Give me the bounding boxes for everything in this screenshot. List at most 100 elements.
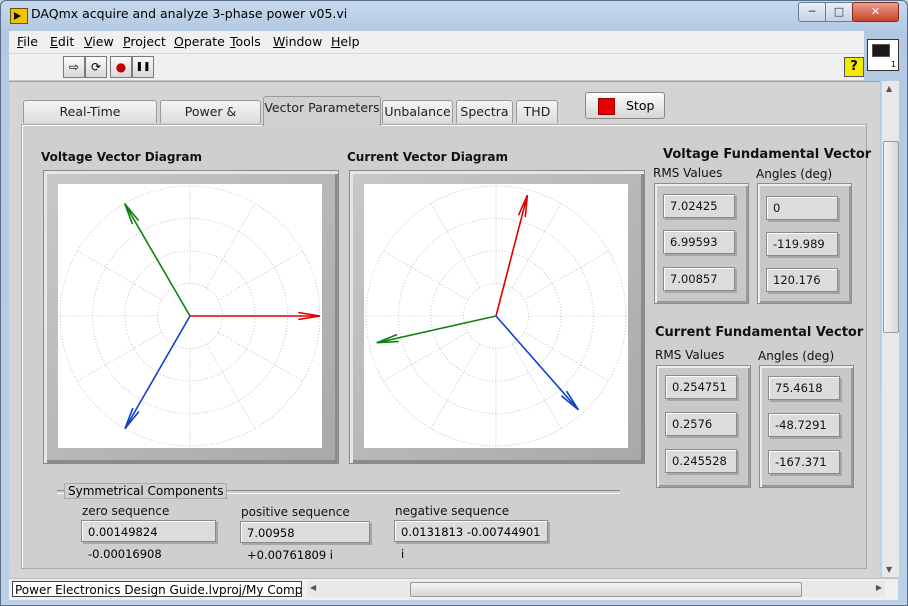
vertical-scroll-thumb[interactable]: [883, 141, 899, 333]
pause-button[interactable]: ❚❚: [132, 56, 154, 78]
project-path: Power Electronics Design Guide.lvproj/My…: [12, 581, 302, 597]
tab-spectra[interactable]: Spectra: [456, 100, 513, 123]
menu-file[interactable]: File: [17, 34, 38, 49]
tab-unbalance[interactable]: Unbalance: [382, 100, 453, 123]
current-vector-graph: [349, 170, 645, 464]
positive-sequence-value: 7.00958 +0.00761809 i: [240, 521, 370, 562]
scroll-right-icon[interactable]: ▶: [876, 583, 882, 592]
negative-sequence-value: 0.0131813 -0.00744901 i: [394, 520, 548, 561]
voltage-phasor-line: [123, 203, 191, 317]
current-grid-spoke: [383, 250, 469, 301]
current-fundamental-title: Current Fundamental Vector: [655, 325, 864, 340]
current-rms-1: 0.254751: [665, 375, 737, 399]
title-bar[interactable]: DAQmx acquire and analyze 3-phase power …: [1, 1, 907, 29]
negative-sequence-label: negative sequence: [395, 504, 510, 518]
current-rms-label: RMS Values: [655, 348, 725, 362]
current-angle-3: -167.371: [768, 450, 840, 474]
voltage-angle-1: 0: [766, 196, 838, 220]
symmetrical-components-title: Symmetrical Components: [64, 483, 228, 499]
voltage-phasor-arrowhead: [124, 203, 140, 222]
current-angles-label: Angles (deg): [758, 349, 835, 363]
tab-vector-parameters[interactable]: Vector Parameters: [263, 96, 381, 126]
voltage-graph-title: Voltage Vector Diagram: [41, 150, 202, 164]
current-grid-spoke: [511, 343, 562, 429]
current-graph-title: Current Vector Diagram: [347, 150, 509, 164]
maximize-button[interactable]: □: [825, 2, 853, 22]
menu-window[interactable]: Window: [273, 34, 322, 49]
current-phasor-3: [376, 315, 497, 344]
voltage-grid-spoke: [77, 331, 163, 382]
voltage-grid-spoke: [205, 343, 256, 429]
scroll-left-icon[interactable]: ◀: [310, 583, 316, 592]
voltage-rms-label: RMS Values: [653, 166, 723, 180]
current-phasor-2: [495, 315, 579, 411]
stop-button[interactable]: Stop: [585, 92, 665, 119]
menu-edit[interactable]: Edit: [50, 34, 74, 49]
vertical-scrollbar[interactable]: ▲ ▼: [881, 81, 899, 577]
current-polar-plot: [365, 185, 627, 447]
current-plot-area[interactable]: [364, 184, 628, 448]
voltage-phasor-arrowhead: [124, 411, 140, 430]
status-bar: Power Electronics Design Guide.lvproj/My…: [9, 578, 898, 600]
voltage-grid-spoke: [205, 203, 256, 289]
tab-thd[interactable]: THD: [516, 100, 558, 123]
positive-sequence-label: positive sequence: [241, 505, 350, 519]
voltage-phasor-line: [124, 315, 191, 429]
voltage-angles-label: Angles (deg): [756, 167, 833, 181]
close-button[interactable]: ✕: [852, 2, 899, 22]
voltage-grid-spoke: [77, 250, 163, 301]
stop-button-label: Stop: [626, 98, 655, 113]
current-grid-spoke: [430, 203, 481, 289]
menu-bar: File Edit View Project Operate Tools Win…: [9, 31, 864, 54]
current-grid-spoke: [511, 203, 562, 289]
voltage-plot-area[interactable]: [58, 184, 322, 448]
vi-connector-icon[interactable]: 1: [867, 39, 899, 71]
menu-help[interactable]: Help: [331, 34, 360, 49]
scroll-down-icon[interactable]: ▼: [886, 565, 892, 574]
voltage-rms-3: 7.00857: [663, 267, 735, 291]
voltage-phasor-3: [123, 203, 191, 317]
abort-button[interactable]: ●: [110, 56, 132, 78]
voltage-vector-graph: [43, 170, 339, 464]
zero-sequence-label: zero sequence: [82, 504, 170, 518]
voltage-angle-3: 120.176: [766, 268, 838, 292]
tab-real-time-waveforms[interactable]: Real-Time Waveforms: [23, 100, 157, 141]
zero-sequence-value: 0.00149824 -0.00016908: [81, 520, 216, 561]
voltage-grid-spoke: [217, 331, 303, 382]
voltage-rms-1: 7.02425: [663, 194, 735, 218]
scroll-up-icon[interactable]: ▲: [886, 84, 892, 93]
current-angle-1: 75.4618: [768, 376, 840, 400]
window-title: DAQmx acquire and analyze 3-phase power …: [31, 6, 348, 21]
menu-project[interactable]: Project: [123, 34, 166, 49]
labview-vi-icon: [10, 8, 28, 24]
current-angle-2: -48.7291: [768, 413, 840, 437]
menu-tools[interactable]: Tools: [230, 34, 261, 49]
current-grid-spoke: [523, 331, 609, 382]
voltage-phasor-2: [124, 315, 191, 430]
run-continuously-button[interactable]: ⟳: [85, 56, 107, 78]
current-phasor-arrowhead: [565, 390, 579, 411]
voltage-grid-spoke: [217, 250, 303, 301]
voltage-rms-2: 6.99593: [663, 230, 735, 254]
toolbar: ⇨ ⟳ ● ❚❚ ?: [9, 54, 864, 81]
menu-view[interactable]: View: [84, 34, 114, 49]
current-phasor-1: [495, 194, 529, 317]
menu-operate[interactable]: Operate: [174, 34, 225, 49]
current-grid-spoke: [523, 250, 609, 301]
current-phasor-arrowhead: [560, 395, 579, 411]
current-phasor-line: [495, 194, 529, 317]
voltage-fundamental-title: Voltage Fundamental Vector: [663, 147, 872, 162]
run-button[interactable]: ⇨: [63, 56, 85, 78]
horizontal-scroll-thumb[interactable]: [410, 582, 802, 597]
stop-square-icon: [598, 98, 615, 115]
voltage-angle-2: -119.989: [766, 232, 838, 256]
minimize-button[interactable]: ─: [798, 2, 826, 22]
current-phasor-line: [495, 315, 579, 411]
current-grid-spoke: [430, 343, 481, 429]
graph-icon: [872, 44, 890, 57]
context-help-button[interactable]: ?: [844, 57, 864, 77]
current-rms-3: 0.245528: [665, 449, 737, 473]
tab-power-energy[interactable]: Power & Energy: [160, 100, 261, 141]
horizontal-scrollbar[interactable]: ◀ ▶: [307, 581, 885, 597]
current-rms-2: 0.2576: [665, 412, 737, 436]
